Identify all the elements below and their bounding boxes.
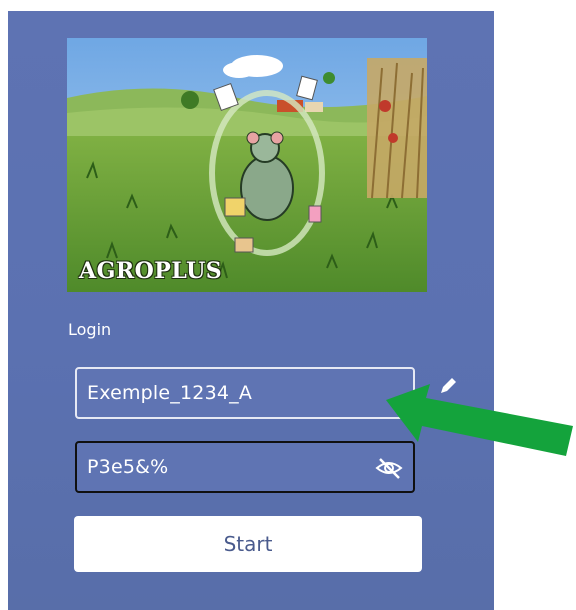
hero-illustration: AGROPLUS	[67, 38, 427, 292]
password-value: P3e5&%	[87, 456, 169, 478]
farm-scene-image	[67, 38, 427, 292]
login-label: Login	[68, 320, 112, 339]
login-input[interactable]: Exemple_1234_A	[75, 367, 415, 419]
login-value: Exemple_1234_A	[87, 382, 253, 404]
brand-name: AGROPLUS	[79, 258, 223, 284]
green-arrow-annotation	[386, 384, 573, 456]
password-input[interactable]: P3e5&%	[75, 441, 415, 493]
start-button[interactable]: Start	[74, 516, 422, 572]
